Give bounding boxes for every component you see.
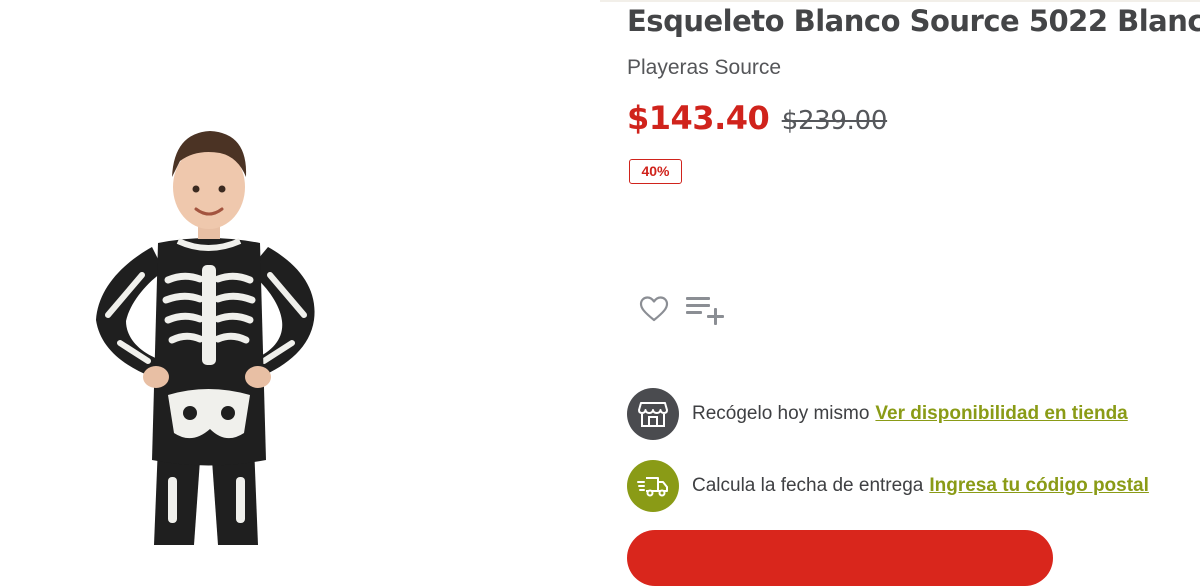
discount-badge: 40% — [629, 159, 682, 184]
product-actions — [639, 292, 729, 331]
wishlist-button[interactable] — [639, 295, 669, 328]
original-price: $239.00 — [781, 106, 888, 136]
add-to-cart-button[interactable] — [627, 530, 1053, 586]
product-details: Esqueleto Blanco Source 5022 Blanco Play… — [627, 0, 1200, 586]
delivery-truck-icon — [627, 460, 679, 512]
store-availability-link[interactable]: Ver disponibilidad en tienda — [875, 403, 1127, 425]
pickup-row: Recógelo hoy mismo Ver disponibilidad en… — [627, 388, 1128, 440]
add-to-list-button[interactable] — [685, 292, 729, 331]
product-photo[interactable] — [60, 115, 360, 545]
postal-code-link[interactable]: Ingresa tu código postal — [929, 475, 1149, 497]
product-title: Esqueleto Blanco Source 5022 Blanco — [627, 4, 1200, 38]
store-icon — [627, 388, 679, 440]
delivery-row: Calcula la fecha de entrega Ingresa tu c… — [627, 460, 1149, 512]
price-row: $143.40 $239.00 — [627, 99, 887, 137]
playlist-add-icon — [686, 297, 725, 325]
delivery-text: Calcula la fecha de entrega — [692, 475, 924, 496]
product-brand[interactable]: Playeras Source — [627, 56, 781, 80]
current-price: $143.40 — [627, 99, 770, 137]
product-image-pane — [0, 0, 600, 545]
heart-outline-icon — [639, 296, 669, 322]
pickup-text: Recógelo hoy mismo — [692, 403, 870, 424]
